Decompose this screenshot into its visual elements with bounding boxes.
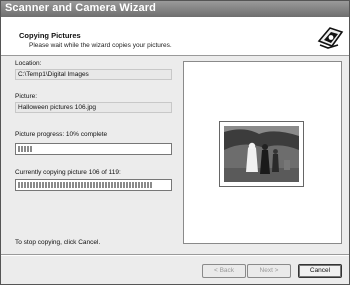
next-button[interactable]: Next > — [247, 264, 291, 278]
cancel-button[interactable]: Cancel — [298, 264, 342, 278]
page-subtitle: Please wait while the wizard copies your… — [29, 42, 172, 49]
wizard-header: Copying Pictures Please wait while the w… — [1, 17, 349, 56]
thumbnail-frame — [219, 121, 304, 187]
picture-preview-pane — [183, 61, 342, 244]
overall-progress-fill — [18, 182, 153, 188]
picture-progress-label: Picture progress: 10% complete — [15, 131, 108, 138]
picture-progress-fill — [18, 146, 33, 152]
overall-progress-label: Currently copying picture 106 of 119: — [15, 169, 121, 176]
location-label: Location: — [15, 60, 42, 67]
location-field: C:\Temp1\Digital Images — [15, 69, 172, 80]
cancel-hint: To stop copying, click Cancel. — [15, 239, 101, 246]
button-separator — [1, 254, 349, 256]
wizard-window: Scanner and Camera Wizard Copying Pictur… — [0, 0, 350, 285]
halloween-photo-thumbnail — [224, 126, 299, 182]
page-title: Copying Pictures — [19, 31, 81, 40]
title-bar[interactable]: Scanner and Camera Wizard — [1, 1, 349, 17]
overall-progress-bar — [15, 179, 172, 191]
back-button[interactable]: < Back — [202, 264, 246, 278]
picture-label: Picture: — [15, 93, 38, 100]
scanner-camera-wizard-icon — [316, 23, 344, 51]
picture-progress-bar — [15, 143, 172, 155]
picture-field: Halloween pictures 106.jpg — [15, 102, 172, 113]
window-title: Scanner and Camera Wizard — [5, 2, 156, 14]
